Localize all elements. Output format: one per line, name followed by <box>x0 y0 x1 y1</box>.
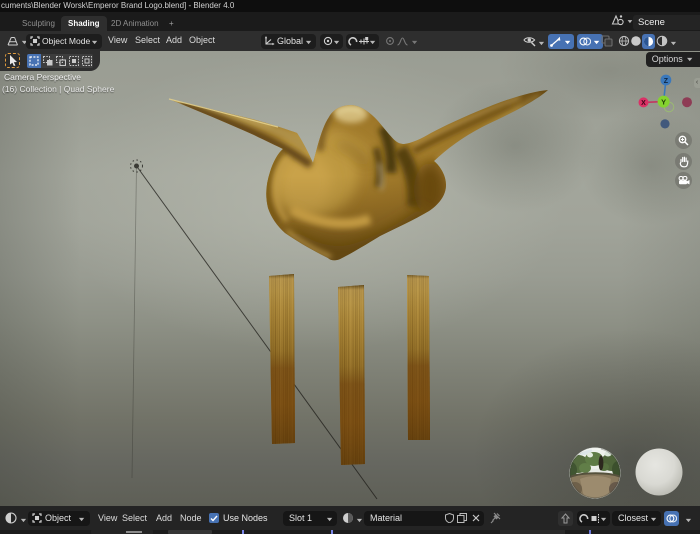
svg-text:X: X <box>641 100 646 107</box>
svg-text:Y: Y <box>661 98 666 107</box>
svg-text:Z: Z <box>664 78 669 85</box>
